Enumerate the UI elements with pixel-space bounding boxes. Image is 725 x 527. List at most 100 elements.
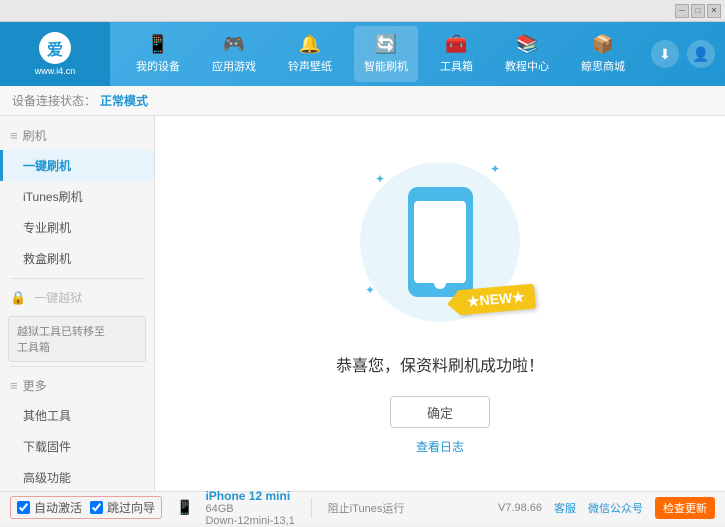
sparkle-2: ✦ — [490, 162, 500, 176]
logo-subtext: www.i4.cn — [35, 66, 76, 76]
sidebar-item-pro-flash[interactable]: 专业刷机 — [0, 212, 154, 243]
logo-text-icon: 爱 — [47, 36, 63, 60]
checkbox-row: 自动激活 跳过向导 — [17, 499, 155, 516]
check-update-button[interactable]: 检查更新 — [655, 497, 715, 519]
nav-toolbox-icon: 🧰 — [445, 34, 467, 55]
footer: 自动激活 跳过向导 📱 iPhone 12 mini 64GB Down-12m… — [0, 491, 725, 523]
nav-ringtone-label: 铃声壁纸 — [288, 58, 332, 74]
sidebar-item-one-key-flash[interactable]: 一键刷机 — [0, 150, 154, 181]
device-info: 📱 iPhone 12 mini 64GB Down-12mini-13,1 — [176, 489, 295, 527]
auto-dispatch-text: 自动激活 — [34, 499, 82, 516]
logo-area: 爱 www.i4.cn — [0, 22, 110, 86]
new-badge-text: ★NEW★ — [467, 289, 526, 310]
nav-ringtone[interactable]: 🔔 铃声壁纸 — [278, 26, 342, 82]
one-key-flash-label: 一键刷机 — [23, 159, 71, 173]
confirm-button[interactable]: 确定 — [390, 396, 490, 428]
nav-my-device-icon: 📱 — [147, 34, 169, 55]
title-bar: ─ □ ✕ — [0, 0, 725, 22]
sidebar-item-download-firmware[interactable]: 下载固件 — [0, 431, 154, 462]
device-name: iPhone 12 mini — [205, 489, 294, 503]
nav-recommended[interactable]: 📦 鲸思商城 — [571, 26, 635, 82]
minimize-button[interactable]: ─ — [675, 4, 689, 18]
nav-apps-icon: 🎮 — [223, 34, 245, 55]
nav-smart-flash-label: 智能刷机 — [364, 58, 408, 74]
nav-apps-label: 应用游戏 — [212, 58, 256, 74]
download-firmware-label: 下载固件 — [23, 440, 71, 454]
footer-right: V7.98.66 客服 微信公众号 检查更新 — [498, 497, 715, 519]
nav-toolbox-label: 工具箱 — [440, 58, 473, 74]
customer-service-link[interactable]: 客服 — [554, 500, 576, 516]
flash-section-label: 刷机 — [23, 127, 47, 144]
logo-icon: 爱 — [39, 32, 71, 64]
sidebar-section-more: ≡ 更多 — [0, 371, 154, 400]
skip-wizard-checkbox[interactable] — [90, 501, 103, 514]
sidebar-item-rescue-flash[interactable]: 救盒刷机 — [0, 243, 154, 274]
nav-toolbox[interactable]: 🧰 工具箱 — [430, 26, 483, 82]
nav-tutorial-icon: 📚 — [516, 34, 538, 55]
status-label: 设备连接状态： — [12, 92, 96, 109]
itunes-flash-label: iTunes刷机 — [23, 190, 83, 204]
success-illustration: ★NEW★ ✦ ✦ ✦ — [350, 152, 530, 332]
version-label: V7.98.66 — [498, 502, 542, 514]
rescue-flash-label: 救盒刷机 — [23, 252, 71, 266]
success-text: 恭喜您，保资料刷机成功啦！ — [336, 352, 544, 376]
sparkle-3: ✦ — [365, 283, 375, 297]
advanced-label: 高级功能 — [23, 471, 71, 485]
phone-home-button — [434, 277, 446, 289]
sidebar-section-jailbreak: 🔒 一键越狱 — [0, 283, 154, 312]
sidebar-divider-2 — [10, 366, 144, 367]
user-button[interactable]: 👤 — [687, 40, 715, 68]
sidebar-item-other-tools[interactable]: 其他工具 — [0, 400, 154, 431]
nav-smart-flash-icon: 🔄 — [375, 34, 397, 55]
phone-screen — [414, 201, 466, 283]
maximize-button[interactable]: □ — [691, 4, 705, 18]
jailbreak-lock-icon: 🔒 — [10, 290, 26, 306]
other-tools-label: 其他工具 — [23, 409, 71, 423]
nav-bar: 📱 我的设备 🎮 应用游戏 🔔 铃声壁纸 🔄 智能刷机 🧰 工具箱 📚 教程中心… — [110, 22, 651, 86]
sidebar-item-advanced[interactable]: 高级功能 — [0, 462, 154, 491]
nav-tutorial[interactable]: 📚 教程中心 — [495, 26, 559, 82]
status-bar: 设备连接状态： 正常模式 — [0, 86, 725, 116]
jailbreak-section-label: 一键越狱 — [31, 289, 82, 306]
device-storage: 64GB — [205, 503, 294, 515]
sparkle-1: ✦ — [375, 172, 385, 186]
skip-wizard-text: 跳过向导 — [107, 499, 155, 516]
sidebar: ≡ 刷机 一键刷机 iTunes刷机 专业刷机 救盒刷机 🔒 一键越狱 越狱工具… — [0, 116, 155, 491]
nav-smart-flash[interactable]: 🔄 智能刷机 — [354, 26, 418, 82]
phone-shape — [408, 187, 473, 297]
skip-wizard-label[interactable]: 跳过向导 — [90, 499, 155, 516]
auto-dispatch-checkbox[interactable] — [17, 501, 30, 514]
sidebar-section-flash: ≡ 刷机 — [0, 121, 154, 150]
sidebar-item-itunes-flash[interactable]: iTunes刷机 — [0, 181, 154, 212]
header-right: ⬇ 👤 — [651, 40, 725, 68]
auto-dispatch-label[interactable]: 自动激活 — [17, 499, 82, 516]
status-value: 正常模式 — [100, 92, 148, 109]
pro-flash-label: 专业刷机 — [23, 221, 71, 235]
nav-my-device[interactable]: 📱 我的设备 — [126, 26, 190, 82]
wechat-link[interactable]: 微信公众号 — [588, 500, 643, 516]
footer-divider — [311, 498, 312, 518]
download-button[interactable]: ⬇ — [651, 40, 679, 68]
new-badge: ★NEW★ — [456, 284, 536, 316]
content-area: ★NEW★ ✦ ✦ ✦ 恭喜您，保资料刷机成功啦！ 确定 查看日志 — [155, 116, 725, 491]
flash-section-icon: ≡ — [10, 128, 18, 143]
checkbox-group: 自动激活 跳过向导 — [10, 496, 162, 519]
more-section-label: 更多 — [23, 377, 47, 394]
daily-link[interactable]: 查看日志 — [416, 438, 464, 455]
nav-my-device-label: 我的设备 — [136, 58, 180, 74]
jailbreak-notice-text: 越狱工具已转移至工具箱 — [17, 326, 105, 354]
device-model: Down-12mini-13,1 — [205, 515, 294, 527]
jailbreak-notice: 越狱工具已转移至工具箱 — [8, 316, 146, 362]
main-layout: ≡ 刷机 一键刷机 iTunes刷机 专业刷机 救盒刷机 🔒 一键越狱 越狱工具… — [0, 116, 725, 491]
sidebar-divider-1 — [10, 278, 144, 279]
close-button[interactable]: ✕ — [707, 4, 721, 18]
nav-recommended-label: 鲸思商城 — [581, 58, 625, 74]
footer-status-text: 阻止iTunes运行 — [328, 500, 405, 516]
more-section-icon: ≡ — [10, 378, 18, 393]
device-details: iPhone 12 mini 64GB Down-12mini-13,1 — [205, 489, 294, 527]
nav-recommended-icon: 📦 — [592, 34, 614, 55]
nav-apps-games[interactable]: 🎮 应用游戏 — [202, 26, 266, 82]
nav-ringtone-icon: 🔔 — [299, 34, 321, 55]
footer-left: 自动激活 跳过向导 📱 iPhone 12 mini 64GB Down-12m… — [10, 489, 498, 527]
window-controls[interactable]: ─ □ ✕ — [675, 4, 721, 18]
